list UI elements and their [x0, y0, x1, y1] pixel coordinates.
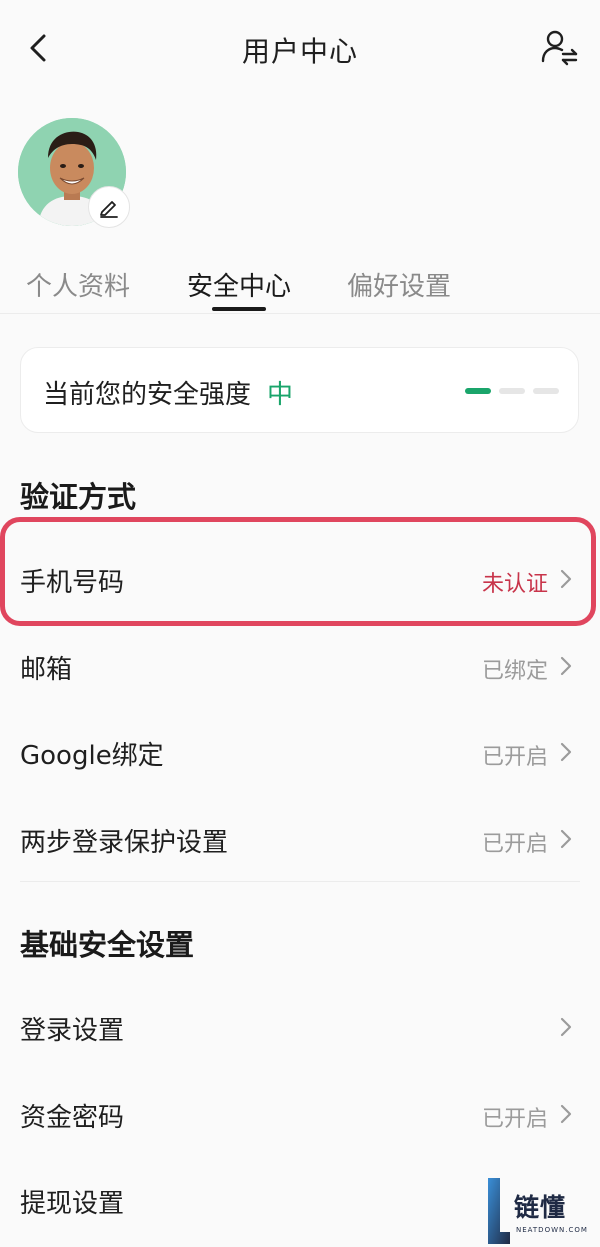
row-label: 手机号码 [20, 568, 125, 598]
watermark-text: 链懂 [514, 1193, 567, 1222]
verification-section-title: 验证方式 [20, 480, 137, 514]
status-badge: 已开启 [481, 832, 548, 857]
status-badge: 未认证 [481, 572, 548, 597]
row-label: 登录设置 [20, 1016, 125, 1046]
row-label: 资金密码 [20, 1103, 125, 1133]
row-label: 邮箱 [20, 655, 73, 685]
basic-row-fund-password[interactable]: 资金密码 已开启 [0, 1083, 600, 1143]
verification-row-two-step[interactable]: 两步登录保护设置 已开启 [0, 808, 600, 868]
chevron-right-icon [560, 1104, 572, 1124]
security-strength-level: 中 [267, 380, 294, 410]
avatar-edit-button[interactable] [88, 186, 130, 228]
status-badge: 已开启 [481, 745, 548, 770]
tab-profile[interactable]: 个人资料 [26, 266, 130, 303]
watermark-subtext: NEATDOWN.COM [516, 1226, 588, 1234]
strength-bar-2 [499, 388, 525, 394]
chevron-right-icon [560, 569, 572, 589]
verification-row-email[interactable]: 邮箱 已绑定 [0, 635, 600, 695]
tab-bar: 个人资料 安全中心 偏好设置 [0, 262, 600, 314]
strength-bar-3 [533, 388, 559, 394]
chevron-right-icon [560, 1017, 572, 1037]
header: 用户中心 [0, 0, 600, 100]
basic-row-login-settings[interactable]: 登录设置 [0, 996, 600, 1056]
verification-row-phone[interactable]: 手机号码 未认证 [0, 548, 600, 608]
status-badge: 已开启 [481, 1107, 548, 1132]
basic-security-section-title: 基础安全设置 [20, 928, 195, 962]
section-divider [20, 881, 580, 882]
row-label: Google绑定 [20, 741, 164, 771]
user-switch-button[interactable] [540, 28, 580, 68]
verification-row-google[interactable]: Google绑定 已开启 [0, 721, 600, 781]
status-badge: 已绑定 [481, 659, 548, 684]
pencil-icon [100, 201, 118, 218]
strength-bar-1 [465, 388, 491, 394]
chevron-right-icon [560, 656, 572, 676]
security-strength-card: 当前您的安全强度 中 [20, 347, 579, 433]
row-label: 两步登录保护设置 [20, 828, 229, 858]
chevron-right-icon [560, 829, 572, 849]
page-title: 用户中心 [241, 35, 358, 68]
security-strength-label: 当前您的安全强度 [43, 380, 252, 410]
tab-security[interactable]: 安全中心 [187, 266, 291, 303]
user-switch-icon [541, 30, 578, 66]
profile-avatar-section [18, 118, 130, 230]
tab-preferences[interactable]: 偏好设置 [347, 266, 451, 303]
row-label: 提现设置 [20, 1189, 125, 1219]
active-tab-indicator [212, 307, 266, 311]
chevron-right-icon [560, 742, 572, 762]
